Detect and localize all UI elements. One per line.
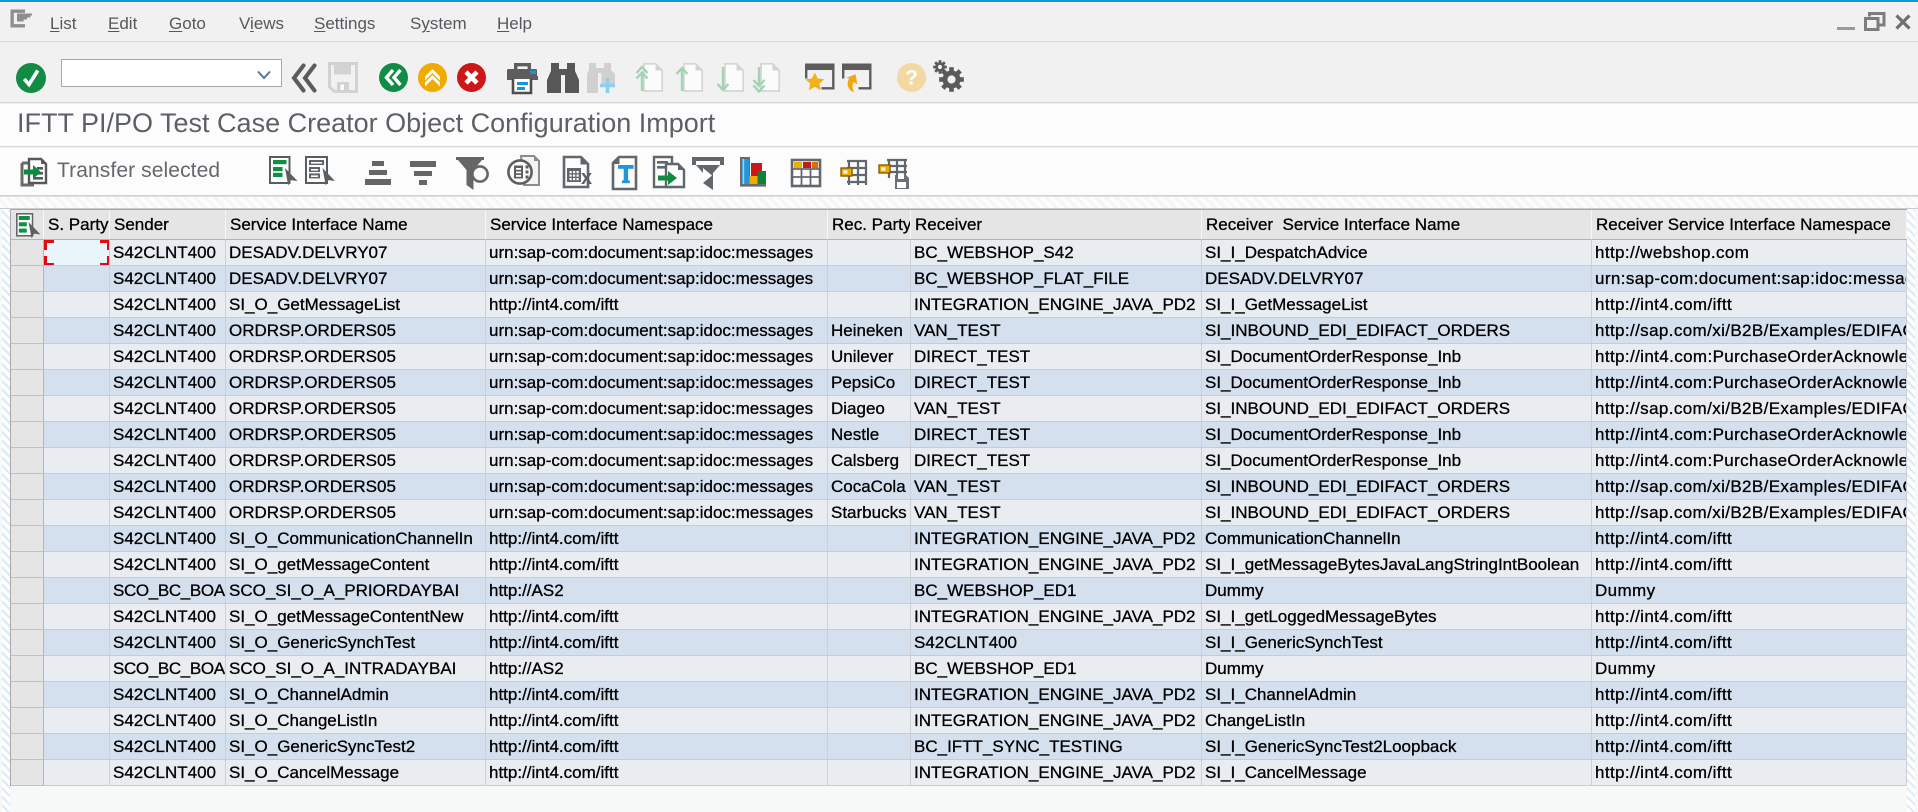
- svg-text:?: ?: [905, 67, 918, 90]
- svg-text:x: x: [581, 167, 592, 189]
